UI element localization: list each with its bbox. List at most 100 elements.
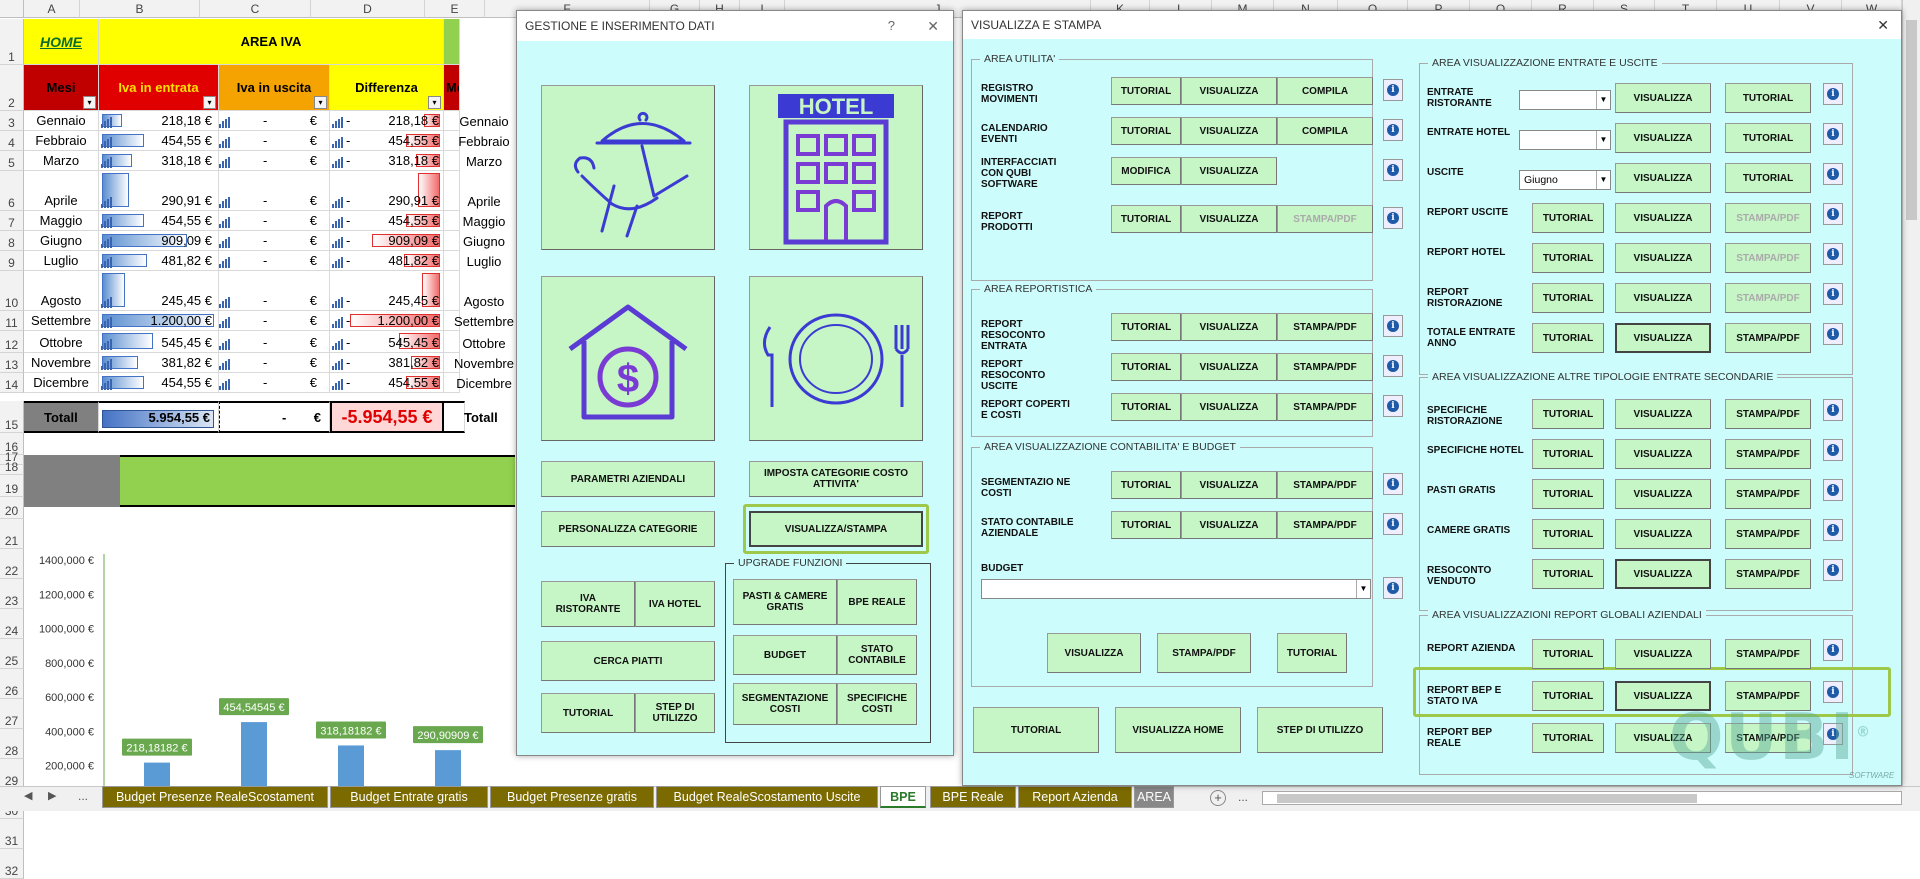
- stampa-pdf-button[interactable]: STAMPA/PDF: [1725, 559, 1811, 589]
- iva-entrata-cell[interactable]: 545,45 €: [99, 331, 219, 353]
- tutorial-button[interactable]: TUTORIAL: [1532, 399, 1604, 429]
- iva-entrata-cell[interactable]: 1.200,00 €: [99, 311, 219, 331]
- info-button[interactable]: i: [1383, 355, 1403, 377]
- iva-entrata-cell[interactable]: 290,91 €: [99, 171, 219, 211]
- info-button[interactable]: i: [1823, 639, 1843, 661]
- piatti-image-button[interactable]: [749, 276, 923, 441]
- info-button[interactable]: i: [1823, 479, 1843, 501]
- chart-bar[interactable]: [338, 745, 364, 786]
- visualizza-button[interactable]: VISUALIZZA: [1615, 399, 1711, 429]
- row-header[interactable]: 24: [0, 609, 24, 639]
- info-button[interactable]: i: [1383, 395, 1403, 417]
- column-header[interactable]: B: [80, 0, 200, 18]
- step-utilizzo-button[interactable]: STEP DI UTILIZZO: [635, 693, 715, 733]
- month-select[interactable]: Giugno ▼: [1519, 170, 1611, 190]
- row-header[interactable]: 28: [0, 729, 24, 759]
- home-cell[interactable]: HOME: [24, 19, 99, 65]
- row-header[interactable]: 9: [0, 251, 24, 271]
- tutorial-button[interactable]: TUTORIAL: [1725, 123, 1811, 153]
- visualizza-button[interactable]: VISUALIZZA: [1181, 353, 1277, 381]
- visualizza-button[interactable]: VISUALIZZA: [1615, 123, 1711, 153]
- visualizza-button[interactable]: VISUALIZZA: [1615, 283, 1711, 313]
- visualizza-button[interactable]: VISUALIZZA: [1181, 77, 1277, 105]
- tutorial-button[interactable]: TUTORIAL: [1111, 313, 1181, 341]
- month-select[interactable]: ▼: [1519, 130, 1611, 150]
- iva-entrata-cell[interactable]: 454,55 €: [99, 131, 219, 151]
- stampa-pdf-button[interactable]: STAMPA/PDF: [1725, 479, 1811, 509]
- dialog-title-bar[interactable]: GESTIONE E INSERIMENTO DATI ? ✕: [517, 11, 953, 41]
- select-all-corner[interactable]: [0, 0, 24, 18]
- scrollbar-thumb[interactable]: [1906, 20, 1917, 220]
- tutorial-button[interactable]: TUTORIAL: [1532, 439, 1604, 469]
- month-cell[interactable]: Maggio: [24, 211, 99, 231]
- segmentazione-costi-button[interactable]: SEGMENTAZIONE COSTI: [733, 683, 837, 725]
- month-cell[interactable]: Luglio: [24, 251, 99, 271]
- stampa-pdf-button[interactable]: STAMPA/PDF: [1725, 323, 1811, 353]
- iva-entrata-cell[interactable]: 909,09 €: [99, 231, 219, 251]
- info-button[interactable]: i: [1383, 207, 1403, 229]
- parametri-aziendali-button[interactable]: PARAMETRI AZIENDALI: [541, 461, 715, 497]
- row-header[interactable]: 20: [0, 497, 24, 519]
- close-button[interactable]: ✕: [927, 11, 939, 41]
- sheet-tab[interactable]: Budget Presenze RealeScostament: [102, 786, 328, 808]
- home-link[interactable]: HOME: [40, 34, 82, 50]
- info-button[interactable]: i: [1383, 79, 1403, 101]
- column-header[interactable]: D: [311, 0, 425, 18]
- tutorial-button[interactable]: TUTORIAL: [1111, 353, 1181, 381]
- stampa-pdf-button[interactable]: STAMPA/PDF: [1277, 471, 1373, 499]
- iva-uscita-cell[interactable]: - €: [219, 271, 330, 311]
- tutorial-button[interactable]: TUTORIAL: [1532, 283, 1604, 313]
- bpe-reale-button[interactable]: BPE REALE: [837, 579, 917, 625]
- row-header[interactable]: 10: [0, 271, 24, 311]
- info-button[interactable]: i: [1823, 519, 1843, 541]
- info-button[interactable]: i: [1823, 203, 1843, 225]
- iva-uscita-cell[interactable]: - €: [219, 251, 330, 271]
- horizontal-scrollbar[interactable]: [1262, 791, 1902, 805]
- month-cell[interactable]: Marzo: [24, 151, 99, 171]
- filter-dropdown-icon[interactable]: ▾: [314, 96, 327, 109]
- chart-bar[interactable]: [241, 722, 267, 786]
- info-button[interactable]: i: [1823, 681, 1843, 703]
- iva-entrata-cell[interactable]: 381,82 €: [99, 353, 219, 373]
- sheet-tab[interactable]: AREA: [1134, 786, 1174, 808]
- differenza-cell[interactable]: -290,91 €: [330, 171, 444, 211]
- info-button[interactable]: i: [1383, 315, 1403, 337]
- stampa-pdf-button[interactable]: STAMPA/PDF: [1277, 313, 1373, 341]
- filter-dropdown-icon[interactable]: ▾: [203, 96, 216, 109]
- month-select[interactable]: ▼: [1519, 90, 1611, 110]
- row-header[interactable]: 18: [0, 460, 24, 475]
- footer-step-utilizzo-button[interactable]: STEP DI UTILIZZO: [1257, 707, 1383, 753]
- budget-visualizza-button[interactable]: VISUALIZZA: [1047, 633, 1141, 673]
- iva-entrata-cell[interactable]: 481,82 €: [99, 251, 219, 271]
- info-button[interactable]: i: [1823, 439, 1843, 461]
- column-header[interactable]: A: [24, 0, 80, 18]
- sheet-tab[interactable]: BPE Reale: [930, 786, 1016, 808]
- compila-button[interactable]: COMPILA: [1277, 117, 1373, 145]
- row-header[interactable]: 11: [0, 311, 24, 331]
- visualizza-button[interactable]: VISUALIZZA: [1615, 203, 1711, 233]
- vertical-scrollbar[interactable]: [1902, 0, 1920, 786]
- tutorial-button[interactable]: TUTORIAL: [1532, 723, 1604, 753]
- visualizza-button[interactable]: VISUALIZZA: [1615, 639, 1711, 669]
- row-header[interactable]: 22: [0, 549, 24, 579]
- tutorial-button[interactable]: TUTORIAL: [1532, 639, 1604, 669]
- row-header[interactable]: 4: [0, 131, 24, 151]
- pasti-camere-gratis-button[interactable]: PASTI & CAMERE GRATIS: [733, 579, 837, 625]
- visualizza-button[interactable]: VISUALIZZA: [1181, 117, 1277, 145]
- budget-stampa-pdf-button[interactable]: STAMPA/PDF: [1157, 633, 1251, 673]
- visualizza-button[interactable]: VISUALIZZA: [1615, 439, 1711, 469]
- tutorial-button[interactable]: TUTORIAL: [1532, 203, 1604, 233]
- stampa-pdf-button[interactable]: STAMPA/PDF: [1277, 393, 1373, 421]
- dialog-title-bar[interactable]: VISUALIZZA E STAMPA ✕: [963, 11, 1901, 39]
- visualizza-button[interactable]: VISUALIZZA: [1181, 511, 1277, 539]
- month-cell[interactable]: Gennaio: [24, 111, 99, 131]
- cerca-piatti-button[interactable]: CERCA PIATTI: [541, 641, 715, 681]
- compila-button[interactable]: COMPILA: [1277, 77, 1373, 105]
- month-cell[interactable]: Ottobre: [24, 331, 99, 353]
- sheet-tab[interactable]: BPE: [880, 786, 926, 808]
- stampa-pdf-button[interactable]: STAMPA/PDF: [1277, 353, 1373, 381]
- info-button[interactable]: i: [1823, 83, 1843, 105]
- differenza-cell[interactable]: -454,55 €: [330, 373, 444, 393]
- differenza-cell[interactable]: -909,09 €: [330, 231, 444, 251]
- stampa-pdf-button[interactable]: STAMPA/PDF: [1725, 243, 1811, 273]
